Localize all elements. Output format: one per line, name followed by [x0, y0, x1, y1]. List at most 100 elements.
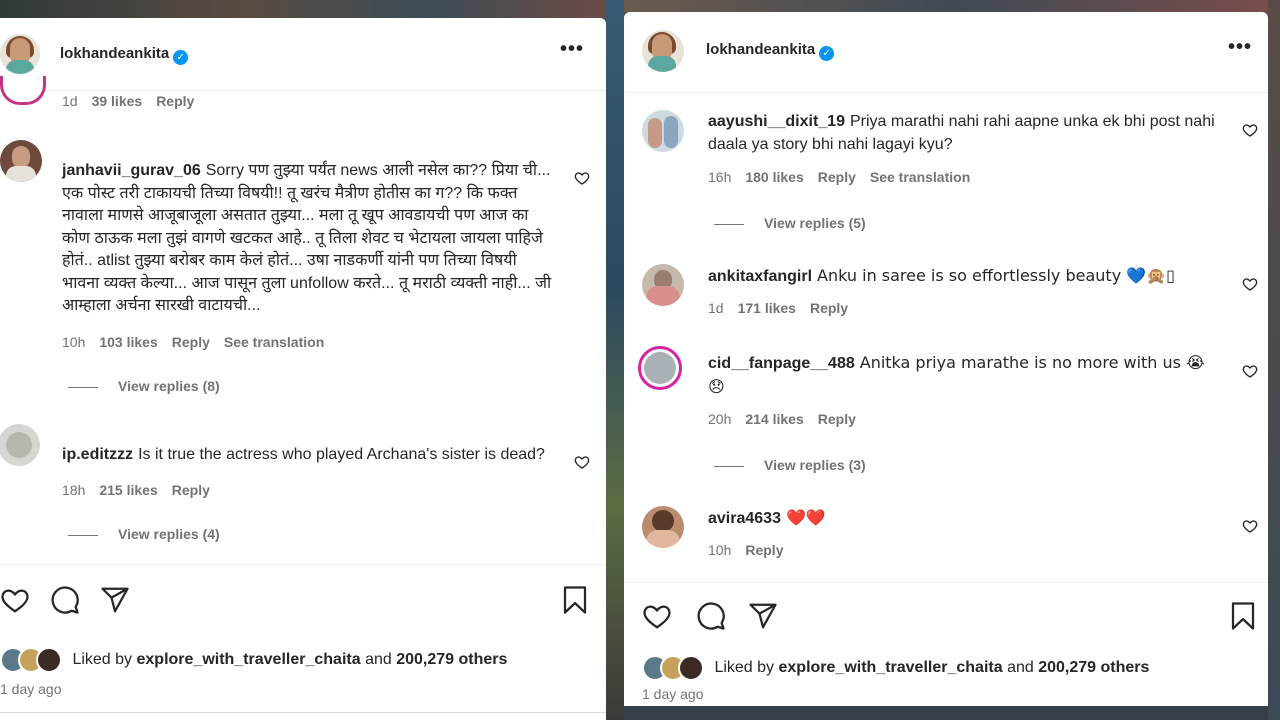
- comment-meta: 10h 103 likes Reply See translation: [62, 334, 338, 350]
- liker-avatar: [678, 655, 704, 681]
- comment-time: 1d: [708, 300, 724, 316]
- bookmark-icon[interactable]: [560, 585, 590, 615]
- heart-outline-icon[interactable]: [574, 170, 590, 186]
- author-username-text[interactable]: lokhandeankita: [60, 45, 169, 62]
- post-time-ago[interactable]: 1 day ago: [0, 681, 62, 697]
- comment-time: 20h: [708, 411, 732, 427]
- view-replies-label[interactable]: View replies (4): [118, 526, 220, 542]
- author-username[interactable]: lokhandeankita ✓: [706, 41, 835, 61]
- view-replies-label[interactable]: View replies (3): [764, 457, 866, 473]
- liked-by-count[interactable]: 200,279 others: [396, 651, 507, 668]
- see-translation-button[interactable]: See translation: [870, 169, 970, 185]
- more-options-icon[interactable]: •••: [560, 38, 584, 61]
- heart-outline-icon[interactable]: [574, 454, 590, 470]
- comment-likes[interactable]: 215 likes: [99, 482, 157, 498]
- comment-time: 10h: [62, 334, 86, 350]
- comment-text: ip.editzzz Is it true the actress who pla…: [62, 444, 556, 467]
- share-icon[interactable]: [100, 585, 130, 615]
- background-image-strip: [624, 0, 1280, 12]
- reply-button[interactable]: Reply: [745, 542, 783, 558]
- comment-time: 10h: [708, 542, 732, 558]
- author-avatar[interactable]: [0, 34, 40, 74]
- reply-button[interactable]: Reply: [818, 169, 856, 185]
- commenter-avatar[interactable]: [642, 264, 684, 306]
- view-replies-label[interactable]: View replies (5): [764, 215, 866, 231]
- comment-time: 1d: [62, 93, 78, 109]
- commenter-avatar[interactable]: [642, 110, 684, 152]
- reply-button[interactable]: Reply: [810, 300, 848, 316]
- liked-by-user[interactable]: explore_with_traveller_chaita: [137, 651, 361, 668]
- heart-outline-icon[interactable]: [1242, 518, 1258, 534]
- reply-button[interactable]: Reply: [818, 411, 856, 427]
- view-replies-button[interactable]: View replies (8): [68, 378, 220, 394]
- view-replies-button[interactable]: View replies (4): [68, 526, 220, 542]
- post-header: lokhandeankita ✓ •••: [0, 18, 606, 91]
- comment-likes[interactable]: 180 likes: [745, 169, 803, 185]
- comment-body: ❤️❤️: [785, 508, 826, 527]
- comment-username[interactable]: aayushi__dixit_19: [708, 113, 845, 130]
- comment-likes[interactable]: 214 likes: [745, 411, 803, 427]
- heart-outline-icon[interactable]: [0, 585, 30, 615]
- commenter-avatar[interactable]: [0, 424, 40, 466]
- verified-badge-icon: ✓: [819, 46, 835, 61]
- author-username-text[interactable]: lokhandeankita: [706, 41, 815, 58]
- view-replies-button[interactable]: View replies (5): [714, 215, 866, 231]
- liked-by-count[interactable]: 200,279 others: [1038, 659, 1149, 676]
- share-icon[interactable]: [748, 601, 778, 631]
- reply-button[interactable]: Reply: [172, 482, 210, 498]
- replies-divider-line: [68, 386, 98, 388]
- author-username[interactable]: lokhandeankita ✓: [60, 45, 189, 65]
- liked-by-summary: Liked by explore_with_traveller_chaita a…: [642, 655, 1149, 681]
- comment-likes[interactable]: 39 likes: [92, 93, 143, 109]
- comment-meta: 10h Reply: [708, 542, 797, 558]
- liked-by-summary: Liked by explore_with_traveller_chaita a…: [0, 647, 507, 673]
- liked-by-prefix: Liked by: [714, 659, 775, 677]
- commenter-avatar[interactable]: [0, 76, 46, 105]
- more-options-icon[interactable]: •••: [1228, 36, 1252, 59]
- post-actions: Liked by explore_with_traveller_chaita a…: [624, 582, 1268, 706]
- comment-text: cid__fanpage__488 Anitka priya marathe is…: [708, 352, 1218, 399]
- reply-button[interactable]: Reply: [156, 93, 194, 109]
- commenter-avatar[interactable]: [0, 140, 42, 182]
- comment-icon[interactable]: [696, 601, 726, 631]
- commenter-avatar-story-ring[interactable]: [638, 346, 682, 390]
- comment-meta: 16h 180 likes Reply See translation: [708, 169, 984, 185]
- comment-username[interactable]: ip.editzzz: [62, 446, 133, 463]
- view-replies-button[interactable]: View replies (3): [714, 457, 866, 473]
- heart-outline-icon[interactable]: [1242, 276, 1258, 292]
- liked-by-prefix: Liked by: [72, 651, 133, 669]
- comment-text: avira4633 ❤️❤️: [708, 507, 1218, 531]
- post-actions: Liked by explore_with_traveller_chaita a…: [0, 564, 606, 720]
- comment-username[interactable]: avira4633: [708, 510, 781, 527]
- comment-meta: 1d 39 likes Reply: [62, 93, 208, 109]
- view-replies-label[interactable]: View replies (8): [118, 378, 220, 394]
- comment-username[interactable]: janhavii_gurav_06: [62, 162, 201, 179]
- post-time-ago[interactable]: 1 day ago: [642, 686, 704, 702]
- bookmark-icon[interactable]: [1228, 601, 1258, 631]
- comment-body: Is it true the actress who played Archan…: [138, 446, 545, 463]
- panel-divider: [0, 712, 606, 713]
- heart-outline-icon[interactable]: [1242, 363, 1258, 379]
- commenter-avatar[interactable]: [642, 506, 684, 548]
- comment-icon[interactable]: [50, 585, 80, 615]
- heart-outline-icon[interactable]: [1242, 122, 1258, 138]
- comment-username[interactable]: cid__fanpage__488: [708, 355, 855, 372]
- see-translation-button[interactable]: See translation: [224, 334, 324, 350]
- comment-time: 18h: [62, 482, 86, 498]
- heart-outline-icon[interactable]: [642, 601, 672, 631]
- liked-by-and: and: [1007, 659, 1034, 677]
- reply-button[interactable]: Reply: [172, 334, 210, 350]
- comment-likes[interactable]: 103 likes: [99, 334, 157, 350]
- liked-by-user[interactable]: explore_with_traveller_chaita: [779, 659, 1003, 676]
- background-image-strip: [624, 706, 1280, 720]
- replies-divider-line: [714, 223, 744, 225]
- comment-body: Sorry पण तुझ्या पर्यंत news आली नसेल का?…: [62, 162, 552, 314]
- comment-username[interactable]: ankitaxfangirl: [708, 268, 812, 285]
- comment-likes[interactable]: 171 likes: [738, 300, 796, 316]
- comment-meta: 18h 215 likes Reply: [62, 482, 224, 498]
- comment-meta: 20h 214 likes Reply: [708, 411, 870, 427]
- comment-body: Anku in saree is so effortlessly beauty …: [817, 266, 1175, 285]
- comment-time: 16h: [708, 169, 732, 185]
- comment-text: janhavii_gurav_06 Sorry पण तुझ्या पर्यंत …: [62, 160, 556, 318]
- author-avatar[interactable]: [642, 30, 684, 72]
